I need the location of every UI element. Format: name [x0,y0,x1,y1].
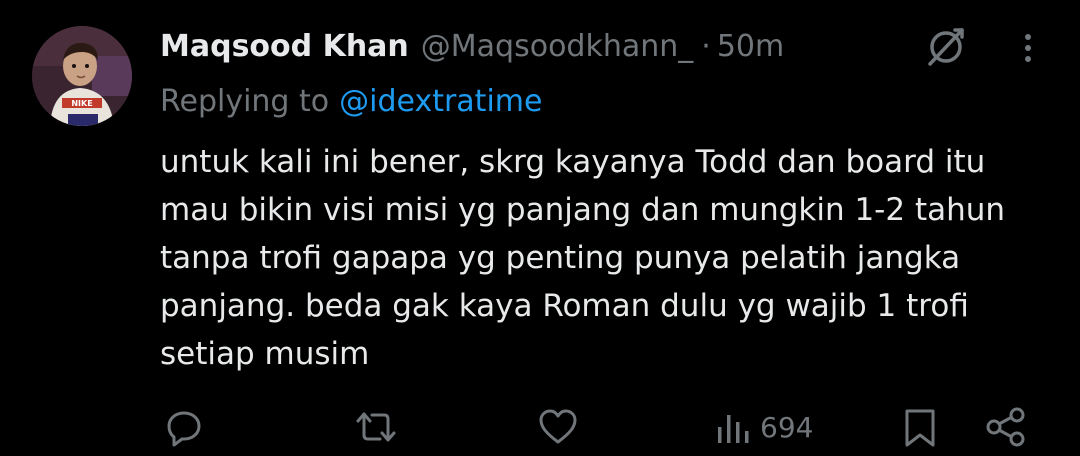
tweet-text-line: panjang. beda gak kaya Roman dulu yg waj… [160,288,969,324]
separator-dot: · [701,28,711,64]
retweet-button[interactable] [354,402,398,452]
user-handle[interactable]: @Maqsoodkhann_ [421,29,694,64]
avatar[interactable]: NIKE [32,26,132,126]
tweet-text: untuk kali ini bener, skrg kayanya Todd … [160,138,1050,378]
action-bar: 694 [0,400,1080,456]
tweet-text-line: untuk kali ini bener, skrg kayanya Todd … [160,144,986,180]
timestamp[interactable]: 50m [717,29,784,64]
heart-icon [539,409,577,444]
tweet-text-line: tanpa trofi gapapa yg penting punya pela… [160,240,961,276]
like-button[interactable] [536,402,580,452]
display-name[interactable]: Maqsood Khan [160,29,409,64]
more-icon[interactable] [1018,28,1038,68]
tweet-header: Maqsood Khan @Maqsoodkhann_ · 50m [160,26,784,66]
retweet-icon [356,412,396,442]
share-button[interactable] [984,402,1028,452]
views-count: 694 [760,410,814,444]
reply-button[interactable] [162,402,206,452]
replying-to: Replying to @idextratime [160,80,542,122]
share-icon [986,407,1025,447]
replying-to-label: Replying to [160,83,330,119]
tweet-text-line: setiap musim [160,336,370,372]
views-icon [718,415,749,443]
grok-icon[interactable] [924,24,968,68]
replying-to-mention[interactable]: @idextratime [339,84,542,119]
svg-text:NIKE: NIKE [71,99,92,108]
bookmark-button[interactable] [902,402,938,452]
views-button[interactable]: 694 [716,402,813,452]
reply-icon [167,411,201,447]
tweet[interactable]: NIKE Maqsood Khan @Maqsoodkhann_ · 50m R… [0,0,1080,456]
tweet-text-line: mau bikin visi misi yg panjang dan mungk… [160,192,1006,228]
bookmark-icon [905,409,935,447]
avatar-image: NIKE [32,26,132,126]
